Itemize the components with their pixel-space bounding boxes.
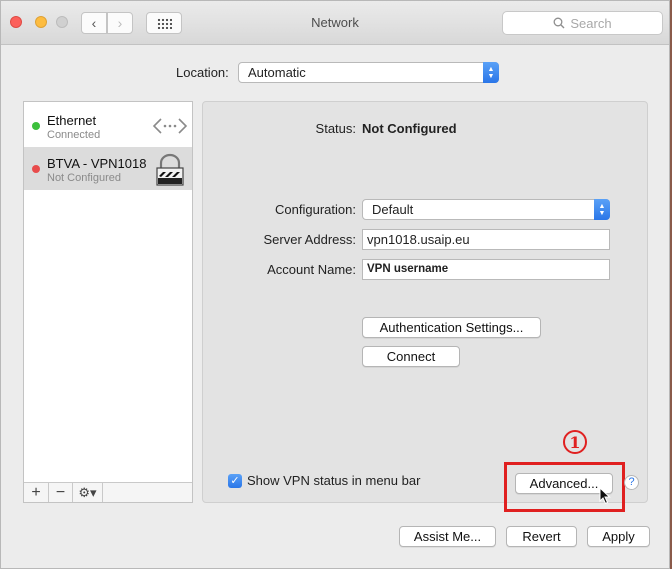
- service-name: BTVA - VPN1018: [47, 156, 147, 171]
- connect-button[interactable]: Connect: [362, 346, 460, 367]
- network-window: ‹ › Network Search Location: Automatic ▲…: [0, 0, 670, 569]
- service-item-ethernet[interactable]: Ethernet Connected: [24, 104, 192, 147]
- status-value: Not Configured: [362, 121, 457, 136]
- service-list: Ethernet Connected BTVA - VPN1018 Not Co…: [23, 101, 193, 503]
- service-list-toolbar: + − ⚙▾: [24, 482, 192, 502]
- updown-arrows-icon: ▲ ▼: [594, 199, 610, 220]
- server-address-field[interactable]: vpn1018.usaip.eu: [362, 229, 610, 250]
- configuration-value: Default: [372, 202, 414, 217]
- mouse-cursor-icon: [599, 487, 611, 505]
- step-marker-digit: 1: [569, 432, 581, 452]
- status-dot-red: [32, 165, 40, 173]
- configuration-label: Configuration:: [275, 202, 356, 217]
- search-field[interactable]: Search: [502, 11, 663, 35]
- vpn-lock-icon: [156, 153, 184, 186]
- revert-button[interactable]: Revert: [506, 526, 577, 547]
- step-marker: 1: [559, 426, 591, 458]
- authentication-settings-button[interactable]: Authentication Settings...: [362, 317, 541, 338]
- configuration-select[interactable]: Default ▲ ▼: [362, 199, 610, 220]
- action-menu-button[interactable]: ⚙▾: [73, 483, 103, 502]
- checkmark-icon: ✓: [230, 474, 240, 487]
- updown-arrows-icon: ▲ ▼: [483, 62, 499, 83]
- status-dot-green: [32, 122, 40, 130]
- status-label: Status:: [315, 121, 356, 136]
- search-placeholder: Search: [570, 15, 612, 31]
- server-address-label: Server Address:: [263, 232, 357, 247]
- apply-button[interactable]: Apply: [587, 526, 650, 547]
- account-name-field[interactable]: VPN username: [362, 259, 610, 280]
- show-vpn-status-checkbox[interactable]: ✓: [228, 473, 242, 488]
- location-value: Automatic: [248, 65, 306, 80]
- title-bar: ‹ › Network Search: [1, 1, 669, 45]
- location-select[interactable]: Automatic ▲ ▼: [238, 62, 499, 83]
- location-label: Location:: [176, 65, 229, 80]
- add-service-button[interactable]: +: [24, 483, 49, 502]
- service-status: Connected: [47, 129, 101, 141]
- service-item-vpn[interactable]: BTVA - VPN1018 Not Configured: [24, 147, 192, 190]
- assist-me-button[interactable]: Assist Me...: [399, 526, 496, 547]
- search-icon: [553, 17, 565, 29]
- account-name-label: Account Name:: [267, 262, 356, 277]
- remove-service-button[interactable]: −: [49, 483, 73, 502]
- ethernet-arrows-icon: [152, 118, 188, 134]
- service-status: Not Configured: [47, 172, 121, 184]
- help-button[interactable]: ?: [624, 475, 639, 490]
- show-vpn-status-option[interactable]: ✓ Show VPN status in menu bar: [228, 473, 420, 488]
- show-vpn-status-label: Show VPN status in menu bar: [247, 473, 421, 488]
- service-name: Ethernet: [47, 113, 97, 128]
